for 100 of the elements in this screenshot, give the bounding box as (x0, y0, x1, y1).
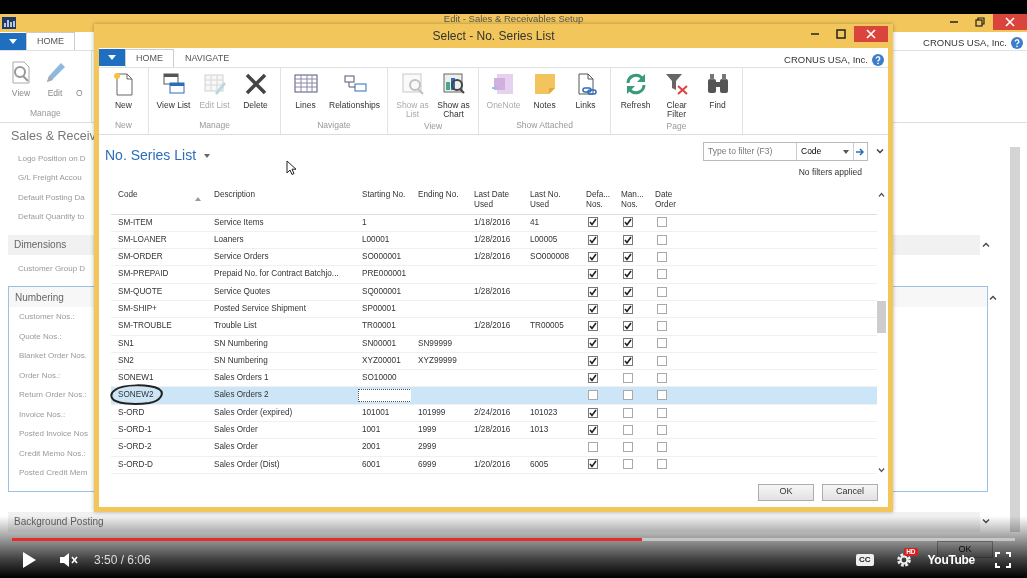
ribbon-button[interactable]: New (103, 71, 144, 111)
tab[interactable]: NAVIGATE (174, 49, 241, 67)
checkbox[interactable] (657, 321, 667, 332)
help-icon[interactable] (1011, 36, 1023, 49)
column-header[interactable]: Date Order (655, 190, 678, 210)
section-header[interactable]: Numbering (15, 289, 64, 305)
checkbox[interactable] (657, 355, 667, 366)
checkbox[interactable] (623, 355, 633, 366)
collapse-icon[interactable] (982, 242, 990, 248)
ribbon-button[interactable]: Find (697, 71, 739, 120)
checkbox[interactable] (588, 234, 598, 245)
ribbon-button[interactable]: O (72, 59, 87, 99)
checkbox[interactable] (657, 424, 667, 435)
checkbox[interactable] (623, 338, 633, 349)
ribbon-button[interactable]: View (4, 59, 38, 99)
checkbox[interactable] (588, 269, 598, 280)
checkbox[interactable] (623, 424, 633, 435)
checkbox[interactable] (623, 390, 633, 401)
checkbox[interactable] (588, 424, 598, 435)
input-field[interactable] (358, 389, 412, 403)
checkbox[interactable] (657, 269, 667, 280)
table-cell: SM-ITEM (118, 217, 153, 227)
ribbon-button[interactable]: View List (153, 71, 194, 111)
scrollbar[interactable] (1010, 147, 1020, 532)
collapse-icon[interactable] (989, 294, 997, 300)
ribbon-button[interactable]: Clear Filter (656, 71, 698, 120)
ribbon-button[interactable]: Delete (235, 71, 276, 111)
filter-field[interactable]: Type to filter (F3) Code (703, 142, 868, 161)
ribbon-button[interactable]: Edit (38, 59, 72, 99)
ribbon-button[interactable]: Lines (285, 71, 326, 111)
column-header[interactable]: Defa... Nos. (586, 190, 609, 210)
play-button[interactable] (22, 552, 36, 568)
checkbox[interactable] (657, 217, 667, 228)
checkbox[interactable] (657, 286, 667, 297)
section-header[interactable]: Dimensions (14, 237, 67, 253)
section-header[interactable]: Background Posting (14, 514, 104, 530)
checkbox[interactable] (623, 217, 633, 228)
checkbox[interactable] (657, 338, 667, 349)
checkbox[interactable] (588, 407, 598, 418)
checkbox[interactable] (623, 251, 633, 262)
checkbox[interactable] (588, 442, 598, 453)
progress-bar[interactable] (12, 538, 1015, 541)
ribbon-button[interactable]: Show as Chart (433, 71, 475, 120)
apply-filter-button[interactable] (853, 143, 867, 160)
checkbox[interactable] (623, 442, 633, 453)
scroll-up-icon[interactable] (878, 192, 885, 197)
settings-button[interactable] (895, 552, 912, 568)
scrollbar-thumb[interactable] (877, 301, 886, 333)
unmute-button[interactable] (60, 553, 80, 567)
column-header[interactable]: Man... Nos. (621, 190, 643, 210)
checkbox[interactable] (657, 303, 667, 314)
checkbox[interactable] (588, 303, 598, 314)
tab[interactable]: HOME (26, 32, 75, 50)
checkbox[interactable] (588, 459, 598, 470)
ribbon-button[interactable]: Links (565, 71, 607, 111)
checkbox[interactable] (657, 251, 667, 262)
checkbox[interactable] (588, 373, 598, 383)
checkbox[interactable] (657, 373, 667, 383)
checkbox[interactable] (657, 459, 667, 470)
checkbox[interactable] (623, 269, 633, 280)
expand-icon[interactable] (876, 149, 884, 154)
scroll-down-icon[interactable] (878, 468, 885, 473)
ribbon-button[interactable]: Refresh (615, 71, 657, 120)
column-header[interactable]: Last No. Used (530, 190, 574, 210)
checkbox[interactable] (657, 442, 667, 453)
menu-button[interactable] (99, 49, 125, 66)
cancel-button[interactable]: Cancel (822, 483, 878, 501)
ribbon-button[interactable]: Relationships (326, 71, 384, 111)
checkbox[interactable] (588, 251, 598, 262)
checkbox[interactable] (588, 286, 598, 297)
ribbon-button[interactable]: Notes (524, 71, 566, 111)
checkbox[interactable] (623, 373, 633, 383)
checkbox[interactable] (657, 390, 667, 401)
checkbox[interactable] (623, 321, 633, 332)
column-header[interactable]: Starting No. (362, 190, 406, 200)
checkbox[interactable] (588, 321, 598, 332)
checkbox[interactable] (588, 355, 598, 366)
checkbox[interactable] (623, 286, 633, 297)
checkbox[interactable] (623, 459, 633, 470)
checkbox[interactable] (623, 303, 633, 314)
ok-button[interactable]: OK (758, 483, 814, 501)
checkbox[interactable] (588, 338, 598, 349)
checkbox[interactable] (623, 407, 633, 418)
checkbox[interactable] (588, 390, 598, 401)
dropdown-caret-icon[interactable] (204, 153, 211, 158)
tab[interactable]: HOME (125, 49, 174, 67)
column-header[interactable]: Code (118, 190, 202, 200)
column-header[interactable]: Ending No. (418, 190, 462, 200)
checkbox[interactable] (657, 407, 667, 418)
checkbox[interactable] (588, 217, 598, 228)
column-header[interactable]: Description (214, 190, 350, 200)
close-button[interactable] (854, 26, 888, 42)
fullscreen-button[interactable] (995, 552, 1011, 568)
checkbox[interactable] (623, 234, 633, 245)
expand-icon[interactable] (982, 519, 990, 525)
help-icon[interactable] (872, 53, 884, 66)
menu-button[interactable] (0, 32, 26, 50)
column-header[interactable]: Last Date Used (474, 190, 518, 210)
checkbox[interactable] (657, 234, 667, 245)
close-button[interactable] (993, 14, 1027, 30)
